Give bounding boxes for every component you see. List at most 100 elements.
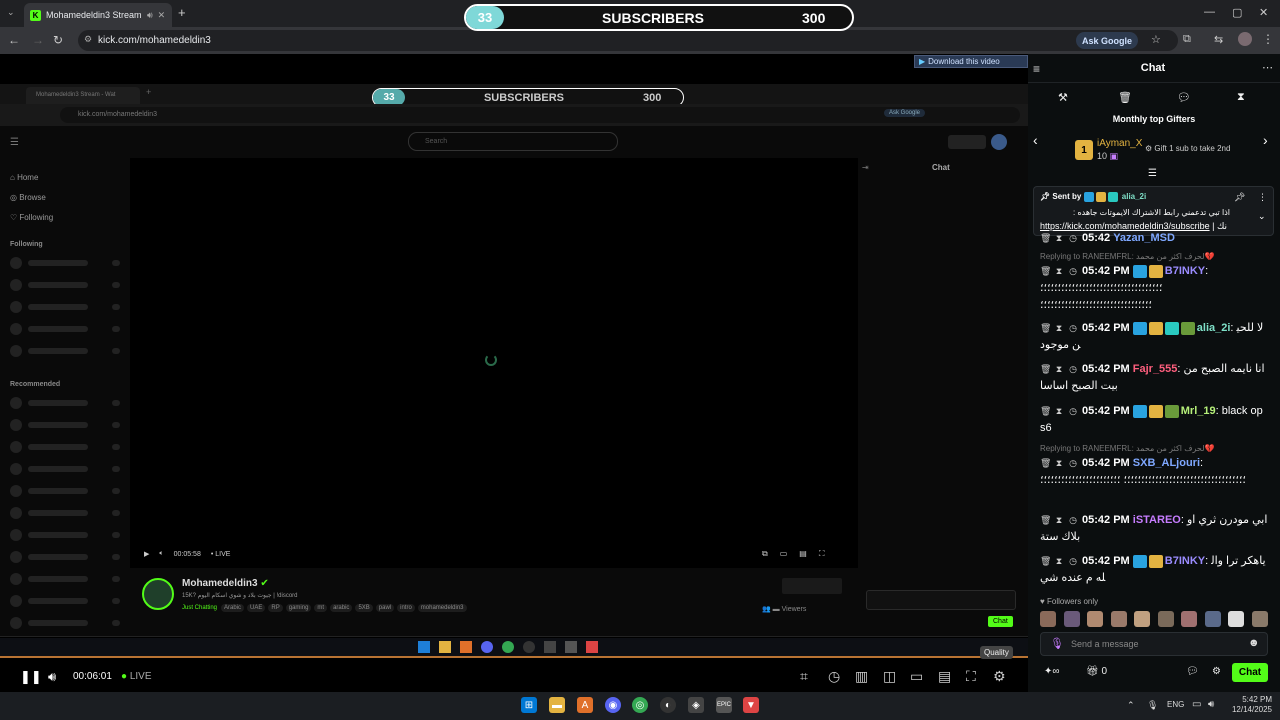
pause-icon[interactable]: ❚❚: [20, 669, 42, 685]
discord-icon[interactable]: ◉: [605, 697, 621, 713]
chat-message[interactable]: 🗑︎ ⧗ ◷ 05:42 PM Fajr_555: انا نايمه الصبح م…: [1040, 361, 1268, 395]
clock[interactable]: 5:42 PM 12/14/2025: [1226, 695, 1272, 715]
tray-mic-icon[interactable]: 🎙︎: [1147, 700, 1158, 711]
top-gifter-name[interactable]: iAyman_X: [1097, 138, 1142, 149]
cast-player-icon[interactable]: ▭: [910, 668, 923, 685]
ban-icon[interactable]: ◷: [1068, 403, 1078, 420]
ask-google-button[interactable]: Ask Google: [1076, 32, 1139, 49]
message-username[interactable]: Mrl_19: [1181, 405, 1216, 417]
timeout-icon[interactable]: ⧗: [1054, 553, 1064, 570]
timeout-icon[interactable]: ⧗: [1054, 263, 1064, 280]
timeout-icon[interactable]: ⧗: [1054, 403, 1064, 420]
timeout-icon[interactable]: ⧗: [1054, 361, 1064, 378]
channel-points-icon[interactable]: ✦∞: [1044, 666, 1060, 677]
brave-icon[interactable]: ▼: [743, 697, 759, 713]
speaker-icon[interactable]: 🔊︎: [147, 10, 153, 21]
maximize-icon[interactable]: ▢: [1232, 6, 1242, 19]
tab-close-icon[interactable]: ✕: [158, 10, 166, 21]
network-icon[interactable]: ▭: [1192, 699, 1201, 710]
miniplayer-icon[interactable]: ◫: [883, 668, 896, 685]
playback-progress-bar[interactable]: [0, 656, 1028, 658]
message-username[interactable]: SXB_ALjouri: [1133, 457, 1200, 469]
delete-message-icon[interactable]: 🗑︎: [1040, 455, 1051, 472]
gift-sub-cta[interactable]: ⚙ Gift 1 sub to take 2nd: [1145, 144, 1230, 153]
chat-bubble-icon[interactable]: 💬︎: [1177, 91, 1191, 104]
chat-message[interactable]: 🗑︎ ⧗ ◷ 05:42 PM alia_2i: لا للحين موجود: [1040, 320, 1268, 354]
steam-icon[interactable]: ◈: [688, 697, 704, 713]
emote-thumbnail[interactable]: [1087, 611, 1103, 627]
back-icon[interactable]: ←: [8, 33, 20, 47]
window-close-icon[interactable]: ✕: [1259, 6, 1268, 19]
site-settings-icon[interactable]: ⚙: [84, 34, 92, 45]
chat-message[interactable]: 🗑︎ ⧗ ◷ 05:42 PM Mrl_19: black ops6: [1040, 403, 1268, 437]
reload-icon[interactable]: ↻: [53, 33, 63, 47]
pinned-options-icon[interactable]: ⋮: [1258, 192, 1267, 203]
forward-icon[interactable]: →: [32, 33, 44, 47]
chat-settings-icon[interactable]: ⚙: [1212, 666, 1221, 677]
delete-message-icon[interactable]: 🗑︎: [1040, 263, 1051, 280]
pinned-expand-icon[interactable]: ⌄: [1258, 211, 1266, 222]
message-username[interactable]: B7INKY: [1165, 265, 1205, 277]
profile-avatar[interactable]: [1238, 32, 1252, 46]
crop-icon[interactable]: ⌗: [800, 668, 808, 685]
chat-message[interactable]: 🗑︎ ⧗ ◷ 05:42 PM B7INKY: ؛؛؛؛؛؛؛؛؛؛؛؛؛؛؛؛؛؛؛…: [1040, 263, 1268, 314]
volume-icon[interactable]: 🔊︎: [48, 669, 56, 685]
gifters-prev-icon[interactable]: ‹: [1033, 132, 1038, 148]
reply-context[interactable]: Replying to RANEEMFRL: لحرف اكثر من محمد…: [1040, 252, 1214, 261]
language-indicator[interactable]: ENG: [1167, 700, 1184, 709]
delete-message-icon[interactable]: 🗑︎: [1040, 320, 1051, 337]
clip-icon[interactable]: ◷: [828, 668, 840, 685]
unpin-icon[interactable]: 📌︎: [1234, 192, 1245, 203]
chrome-icon[interactable]: ◎: [632, 697, 648, 713]
emote-thumbnail[interactable]: [1251, 611, 1268, 627]
emote-thumbnail[interactable]: [1157, 611, 1174, 627]
emote-thumbnail[interactable]: [1134, 611, 1150, 627]
chat-message[interactable]: 🗑︎ ⧗ ◷ 05:42 PM SXB_ALjouri: ؛؛؛؛؛؛؛؛؛؛؛؛؛؛…: [1040, 455, 1268, 489]
timeout-icon[interactable]: ⧗: [1054, 512, 1064, 529]
emote-thumbnail[interactable]: [1204, 611, 1221, 627]
emote-thumbnail[interactable]: [1181, 611, 1197, 627]
emote-thumbnail[interactable]: [1228, 611, 1244, 627]
ban-icon[interactable]: ◷: [1068, 455, 1078, 472]
message-username[interactable]: alia_2i: [1197, 322, 1231, 334]
emote-thumbnail[interactable]: [1040, 611, 1056, 627]
chat-rules-icon[interactable]: 💬︎: [1186, 666, 1199, 677]
browser-menu-icon[interactable]: ⋮: [1262, 32, 1274, 46]
fullscreen-icon[interactable]: ⛶: [966, 668, 976, 685]
send-chat-button[interactable]: Chat: [1232, 663, 1268, 682]
file-explorer-icon[interactable]: ▬: [549, 697, 565, 713]
cast-icon[interactable]: ⇆: [1214, 33, 1223, 46]
bookmark-star-icon[interactable]: ☆: [1151, 33, 1161, 46]
ban-icon[interactable]: ◷: [1068, 512, 1078, 529]
timeout-icon[interactable]: ⧗: [1054, 455, 1064, 472]
start-icon[interactable]: ⊞: [521, 697, 537, 713]
message-username[interactable]: Fajr_555: [1133, 363, 1178, 375]
url-input[interactable]: ⚙ kick.com/mohamedeldin3 Ask Google ☆: [78, 30, 1178, 51]
chat-message[interactable]: 🗑︎ ⧗ ◷ 05:42 PM B7INKY: ياهكر ترا والله م ع…: [1040, 553, 1268, 587]
message-username[interactable]: iSTAREO: [1133, 514, 1181, 526]
trash-icon[interactable]: 🗑︎: [1118, 91, 1132, 104]
delete-message-icon[interactable]: 🗑︎: [1040, 403, 1051, 420]
emote-thumbnail[interactable]: [1063, 611, 1080, 627]
pinned-message[interactable]: 📌︎ Sent by alia_2i اذا تبي تدعمني رابط ا…: [1033, 186, 1274, 236]
browser-tab[interactable]: K Mohamedeldin3 Stream - V 🔊︎ ✕: [24, 3, 172, 27]
chat-message[interactable]: 🗑︎ ⧗ ◷ 05:42 PM iSTAREO: ابي مودرن ثري او ب…: [1040, 512, 1268, 546]
delete-message-icon[interactable]: 🗑︎: [1040, 512, 1051, 529]
mod-tools-icon[interactable]: ⚒: [1058, 91, 1068, 104]
chat-options-icon[interactable]: ⋯: [1262, 61, 1273, 74]
download-video-button[interactable]: ▶ Download this video: [914, 55, 1028, 68]
extensions-icon[interactable]: ⧉: [1183, 33, 1191, 46]
ban-icon[interactable]: ◷: [1068, 361, 1078, 378]
delete-message-icon[interactable]: 🗑︎: [1040, 553, 1051, 570]
theater-mode-icon[interactable]: ▤: [938, 668, 951, 685]
chat-overlay-icon[interactable]: ▥: [855, 668, 868, 685]
epic-games-icon[interactable]: EPIC: [716, 697, 732, 713]
delete-message-icon[interactable]: 🗑︎: [1040, 361, 1051, 378]
gifters-next-icon[interactable]: ›: [1263, 132, 1268, 148]
timeout-icon[interactable]: ⧗: [1054, 320, 1064, 337]
gift-points[interactable]: 🎁︎ 0: [1086, 666, 1107, 677]
ban-icon[interactable]: ◷: [1068, 320, 1078, 337]
collapse-chat-icon[interactable]: ≡: [1033, 62, 1040, 76]
minimize-icon[interactable]: —: [1204, 6, 1215, 18]
tray-chevron-icon[interactable]: ⌃: [1127, 700, 1135, 711]
